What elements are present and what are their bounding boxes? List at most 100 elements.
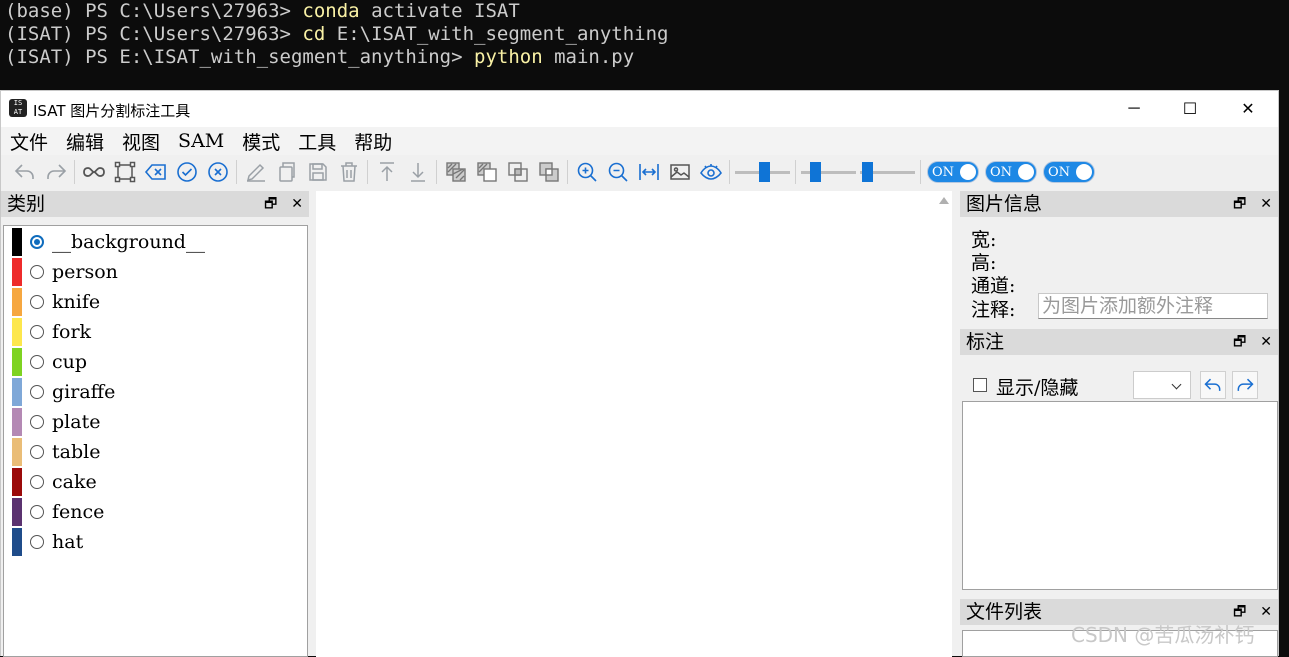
menu-edit[interactable]: 编辑 (57, 128, 113, 155)
note-input[interactable]: 为图片添加额外注释 (1038, 293, 1268, 319)
category-item[interactable]: person (12, 257, 118, 287)
intersect-button[interactable] (502, 158, 533, 186)
category-radio[interactable] (30, 475, 44, 489)
group-select[interactable] (1133, 371, 1191, 399)
maximize-button[interactable]: ☐ (1161, 91, 1219, 127)
close-dock-icon[interactable]: ✕ (1260, 329, 1272, 355)
category-item[interactable]: cup (12, 347, 87, 377)
fit-width-icon (638, 164, 659, 180)
vertex-size-slider[interactable] (801, 158, 856, 186)
redo-button[interactable] (40, 158, 71, 186)
save-button[interactable] (302, 158, 333, 186)
bit-map-button[interactable] (664, 158, 695, 186)
title-bar[interactable]: IS AT ISAT 图片分割标注工具 ─ ☐ ✕ (1, 91, 1278, 127)
category-radio[interactable] (30, 445, 44, 459)
float-dock-icon[interactable]: 🗗 (1233, 191, 1246, 217)
category-item[interactable]: cake (12, 467, 97, 497)
canvas-vertical-scrollbar[interactable] (935, 191, 952, 657)
toggle-knob (1018, 164, 1034, 180)
to-top-button[interactable] (371, 158, 402, 186)
to-bottom-button[interactable] (402, 158, 433, 186)
layers-intersect-icon (507, 162, 528, 182)
toolbar-separator (920, 160, 921, 184)
annotation-dock-label: 标注 (966, 331, 1005, 353)
float-dock-icon[interactable]: 🗗 (264, 191, 277, 217)
delete-button[interactable] (333, 158, 364, 186)
category-color-swatch (12, 228, 22, 256)
copy-button[interactable] (271, 158, 302, 186)
layers-union-icon (445, 162, 466, 182)
category-radio[interactable] (30, 325, 44, 339)
sam-segment-button[interactable] (78, 158, 109, 186)
close-dock-icon[interactable]: ✕ (291, 191, 303, 217)
category-radio[interactable] (30, 265, 44, 279)
category-label: cake (52, 471, 97, 493)
finish-button[interactable] (171, 158, 202, 186)
menu-view[interactable]: 视图 (113, 128, 169, 155)
prev-group-button[interactable] (1200, 371, 1226, 399)
close-button[interactable]: ✕ (1219, 91, 1277, 127)
category-radio[interactable] (30, 385, 44, 399)
category-radio[interactable] (30, 415, 44, 429)
menu-file[interactable]: 文件 (1, 128, 57, 155)
image-canvas[interactable] (316, 191, 952, 657)
line-width-slider[interactable] (860, 158, 915, 186)
category-radio[interactable] (30, 355, 44, 369)
menu-tools[interactable]: 工具 (289, 128, 345, 155)
undo-button[interactable] (9, 158, 40, 186)
slider-handle[interactable] (759, 162, 770, 182)
mask-alpha-slider[interactable] (735, 158, 790, 186)
next-group-button[interactable] (1232, 371, 1258, 399)
backspace-button[interactable] (140, 158, 171, 186)
fit-window-button[interactable] (633, 158, 664, 186)
float-dock-icon[interactable]: 🗗 (1233, 329, 1246, 355)
category-color-swatch (12, 318, 22, 346)
toggle-switch-2[interactable]: ON (985, 161, 1037, 183)
terminal-args: activate ISAT (359, 0, 520, 22)
category-item[interactable]: fork (12, 317, 91, 347)
menu-sam[interactable]: SAM (169, 130, 233, 152)
category-item[interactable]: hat (12, 527, 83, 557)
annotation-list[interactable] (962, 401, 1278, 590)
category-radio[interactable] (30, 295, 44, 309)
category-item[interactable]: plate (12, 407, 100, 437)
toolbar-separator (729, 160, 730, 184)
annotation-dock-title: 标注 🗗 ✕ (960, 329, 1278, 355)
category-item[interactable]: fence (12, 497, 104, 527)
toolbar: ON ON ON (1, 155, 1278, 189)
close-dock-icon[interactable]: ✕ (1260, 599, 1272, 625)
category-item[interactable]: giraffe (12, 377, 115, 407)
slider-handle[interactable] (810, 162, 821, 182)
subtract-button[interactable] (471, 158, 502, 186)
category-radio[interactable] (30, 535, 44, 549)
cancel-button[interactable] (202, 158, 233, 186)
show-hide-checkbox[interactable] (973, 378, 987, 392)
category-radio[interactable] (30, 235, 44, 249)
edit-button[interactable] (240, 158, 271, 186)
visible-button[interactable] (695, 158, 726, 186)
zoom-out-button[interactable] (602, 158, 633, 186)
menu-mode[interactable]: 模式 (233, 128, 289, 155)
exclude-button[interactable] (533, 158, 564, 186)
minimize-button[interactable]: ─ (1105, 91, 1163, 127)
trash-icon (340, 162, 357, 182)
union-button[interactable] (440, 158, 471, 186)
zoom-in-button[interactable] (571, 158, 602, 186)
redo-arrow-icon (1237, 378, 1254, 391)
toggle-switch-1[interactable]: ON (927, 161, 979, 183)
category-label: cup (52, 351, 88, 373)
terminal-prompt: (ISAT) PS E:\ISAT_with_segment_anything> (5, 46, 474, 68)
menu-help[interactable]: 帮助 (345, 128, 401, 155)
close-dock-icon[interactable]: ✕ (1260, 191, 1272, 217)
scroll-up-arrow-icon[interactable] (939, 197, 949, 204)
category-item[interactable]: table (12, 437, 100, 467)
terminal-command: cd (302, 23, 326, 45)
category-radio[interactable] (30, 505, 44, 519)
slider-handle[interactable] (862, 162, 873, 182)
category-item[interactable]: knife (12, 287, 100, 317)
app-logo-icon: IS AT (9, 99, 27, 117)
category-label: giraffe (52, 381, 116, 403)
polygon-button[interactable] (109, 158, 140, 186)
category-item[interactable]: __background__ (12, 227, 205, 257)
toggle-switch-3[interactable]: ON (1043, 161, 1095, 183)
